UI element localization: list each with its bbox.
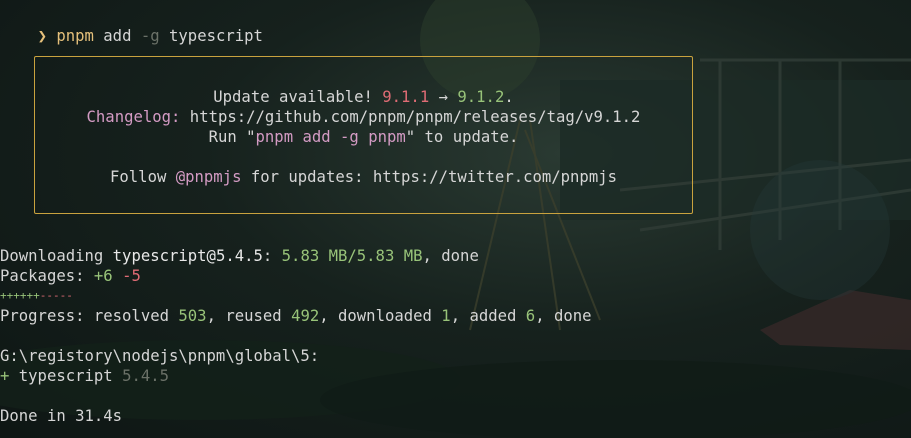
done-message: Done in 31.4s <box>0 407 123 425</box>
follow-line: Follow @pnpmjs for updates: https://twit… <box>110 168 617 186</box>
resolved-count: 503 <box>178 307 207 325</box>
update-notice-box: Update available! 9.1.1 → 9.1.2. Changel… <box>34 56 693 214</box>
command-flag: -g <box>140 27 160 45</box>
packages-added: +6 <box>93 267 113 285</box>
command-program: pnpm <box>56 27 94 45</box>
run-update-line: Run "pnpm add -g pnpm" to update. <box>208 128 519 146</box>
update-command: pnpm add -g pnpm <box>255 128 406 146</box>
added-count: 6 <box>525 307 536 325</box>
twitter-handle: @pnpmjs <box>175 168 242 186</box>
command-action: add <box>103 27 132 45</box>
packages-line: Packages: +6 -5 <box>0 267 141 285</box>
command-package: typescript <box>169 27 263 45</box>
prompt-chevron-icon: ❯ <box>37 27 47 45</box>
current-version: 9.1.1 <box>382 88 430 106</box>
diff-bar-minus: ----- <box>39 289 73 302</box>
new-version: 9.1.2 <box>457 88 505 106</box>
reused-count: 492 <box>291 307 320 325</box>
global-path: G:\registory\nodejs\pnpm\global\5: <box>0 347 320 365</box>
download-size: 5.83 MB/5.83 MB <box>281 247 423 265</box>
terminal-window[interactable]: ❯ pnpm add -g typescript Update availabl… <box>0 0 911 438</box>
download-package: typescript@5.4.5 <box>112 247 263 265</box>
update-available-line: Update available! 9.1.1 → 9.1.2. <box>213 88 514 106</box>
added-marker: + <box>0 367 10 385</box>
installed-package-name: typescript <box>9 367 123 385</box>
changelog-link[interactable]: https://github.com/pnpm/pnpm/releases/ta… <box>180 108 641 126</box>
installed-package-line: + typescript 5.4.5 <box>0 366 169 386</box>
installed-package-version: 5.4.5 <box>122 367 170 385</box>
changelog-line: Changelog: https://github.com/pnpm/pnpm/… <box>35 107 692 127</box>
packages-removed: -5 <box>122 267 141 285</box>
changelog-label: Changelog: <box>86 108 181 126</box>
download-line: Downloading typescript@5.4.5: 5.83 MB/5.… <box>0 247 479 265</box>
downloaded-count: 1 <box>441 307 451 325</box>
diff-bar-plus: ++++++ <box>0 289 40 302</box>
progress-line: Progress: resolved 503, reused 492, down… <box>0 307 592 325</box>
diff-bar: ++++++----- <box>0 286 73 306</box>
